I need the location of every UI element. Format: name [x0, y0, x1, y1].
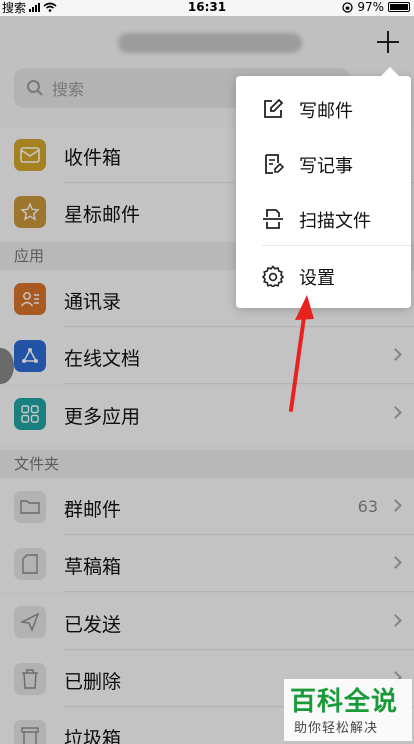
add-popup-menu: 写邮件 写记事 扫描文件 设置	[236, 67, 411, 308]
menu-item-label: 设置	[299, 268, 335, 289]
menu-item-label: 写记事	[299, 156, 353, 177]
battery-icon	[388, 2, 410, 12]
menu-item-label: 写邮件	[299, 101, 353, 122]
menu-item-label: 扫描文件	[299, 211, 371, 232]
status-bar: 搜索 16:31 97%	[0, 0, 414, 16]
menu-item-scan-file[interactable]: 扫描文件	[236, 190, 411, 246]
battery-percent: 97%	[357, 0, 384, 14]
rotation-lock-icon	[342, 1, 353, 13]
note-icon	[265, 154, 284, 174]
mail-screen: 搜索 16:31 97% 搜索 收件箱 星标邮件 应用 通讯录 在线文档 更多应…	[0, 0, 414, 744]
watermark-subtitle: 助你轻松解决	[294, 721, 379, 736]
gear-icon	[262, 265, 284, 287]
menu-item-compose-mail[interactable]: 写邮件	[236, 80, 411, 136]
watermark-logo: 百科全说 助你轻松解决	[284, 679, 412, 741]
annotation-arrow-icon	[289, 295, 314, 412]
menu-item-settings[interactable]: 设置	[236, 247, 411, 303]
menu-divider	[262, 245, 411, 246]
watermark-title: 百科全说	[290, 687, 399, 717]
scan-icon	[263, 209, 283, 229]
compose-icon	[264, 98, 284, 118]
menu-item-write-note[interactable]: 写记事	[236, 135, 411, 191]
status-right: 97%	[342, 0, 410, 14]
